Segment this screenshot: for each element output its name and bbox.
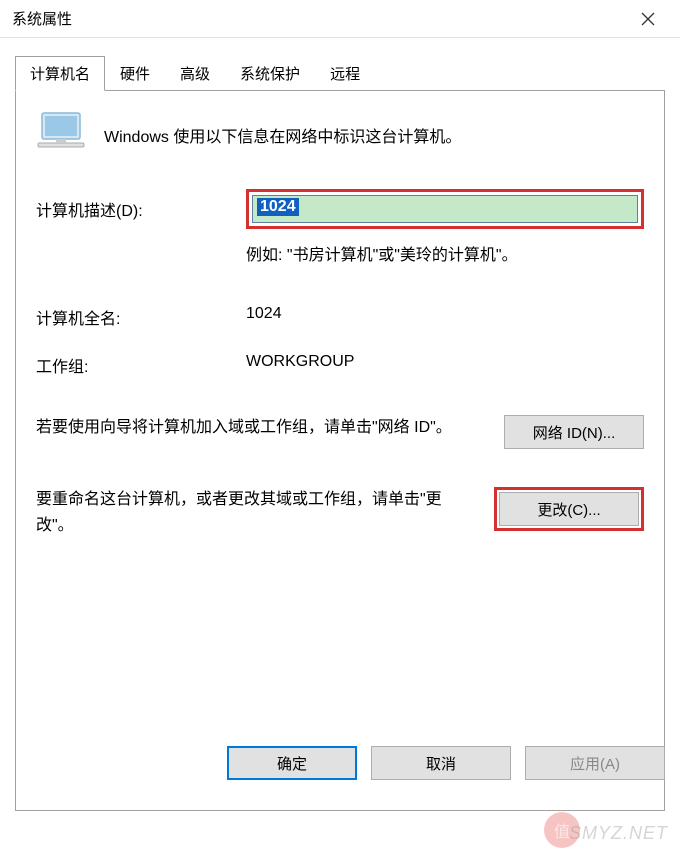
computer-icon	[36, 111, 86, 159]
description-row: 计算机描述(D): 1024	[36, 189, 644, 229]
workgroup-row: 工作组: WORKGROUP	[36, 353, 644, 377]
watermark-text: SMYZ.NET	[569, 823, 668, 844]
fullname-row: 计算机全名: 1024	[36, 305, 644, 329]
dialog-buttons: 确定 取消 应用(A)	[227, 746, 665, 780]
close-button[interactable]	[628, 4, 668, 34]
network-id-row: 若要使用向导将计算机加入域或工作组，请单击"网络 ID"。 网络 ID(N)..…	[36, 415, 644, 449]
description-input[interactable]: 1024	[252, 195, 638, 223]
fullname-label: 计算机全名:	[36, 305, 246, 329]
tab-remote[interactable]: 远程	[315, 56, 375, 90]
network-id-text: 若要使用向导将计算机加入域或工作组，请单击"网络 ID"。	[36, 415, 484, 441]
description-input-value: 1024	[257, 198, 299, 216]
dialog-body: 计算机名 硬件 高级 系统保护 远程 Windows 使用以下信息在网络中标识这…	[0, 38, 680, 794]
apply-button[interactable]: 应用(A)	[525, 746, 665, 780]
network-id-button[interactable]: 网络 ID(N)...	[504, 415, 644, 449]
tab-advanced[interactable]: 高级	[165, 56, 225, 90]
tab-system-protection[interactable]: 系统保护	[225, 56, 315, 90]
fullname-value: 1024	[246, 305, 282, 329]
change-text: 要重命名这台计算机，或者更改其域或工作组，请单击"更改"。	[36, 487, 474, 538]
close-icon	[641, 12, 655, 26]
description-highlight: 1024	[246, 189, 644, 229]
titlebar: 系统属性	[0, 0, 680, 38]
intro-row: Windows 使用以下信息在网络中标识这台计算机。	[36, 111, 644, 159]
change-button-highlight: 更改(C)...	[494, 487, 644, 531]
watermark-badge: 值	[544, 812, 580, 848]
tab-strip: 计算机名 硬件 高级 系统保护 远程	[15, 56, 665, 91]
ok-button[interactable]: 确定	[227, 746, 357, 780]
description-example: 例如: "书房计算机"或"美玲的计算机"。	[246, 241, 644, 265]
tab-panel-computer-name: Windows 使用以下信息在网络中标识这台计算机。 计算机描述(D): 102…	[15, 91, 665, 811]
intro-text: Windows 使用以下信息在网络中标识这台计算机。	[104, 123, 461, 147]
workgroup-value: WORKGROUP	[246, 353, 354, 377]
window-title: 系统属性	[12, 8, 628, 29]
change-row: 要重命名这台计算机，或者更改其域或工作组，请单击"更改"。 更改(C)...	[36, 487, 644, 538]
cancel-button[interactable]: 取消	[371, 746, 511, 780]
workgroup-label: 工作组:	[36, 353, 246, 377]
description-label: 计算机描述(D):	[36, 197, 246, 221]
tab-hardware[interactable]: 硬件	[105, 56, 165, 90]
tab-computer-name[interactable]: 计算机名	[15, 56, 105, 91]
change-button[interactable]: 更改(C)...	[499, 492, 639, 526]
